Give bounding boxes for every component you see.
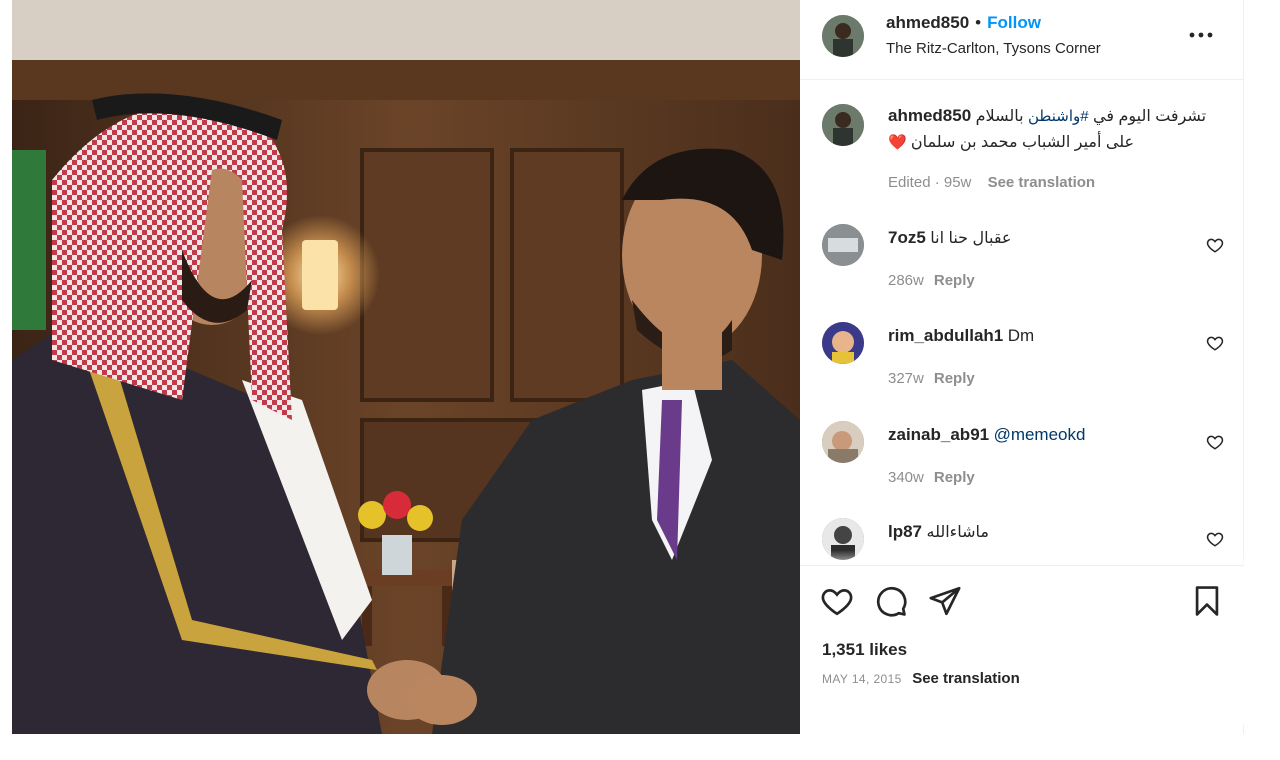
reply-button[interactable]: Reply <box>934 370 975 387</box>
comment-username[interactable]: 7oz5 <box>888 228 926 247</box>
comment-line: 7oz5 عقبال حنا انا <box>888 228 1011 248</box>
comment-time: 327w <box>888 370 924 387</box>
comment-username[interactable]: zainab_ab91 <box>888 425 989 444</box>
send-icon[interactable] <box>928 584 962 618</box>
heart-icon[interactable] <box>1206 433 1224 451</box>
see-translation-link[interactable]: See translation <box>912 670 1020 687</box>
comment-text: عقبال حنا انا <box>930 230 1012 247</box>
caption-avatar[interactable] <box>822 104 864 146</box>
header-line: ahmed850 • Follow <box>886 13 1041 33</box>
post-location[interactable]: The Ritz-Carlton, Tysons Corner <box>886 40 1101 57</box>
post-date: MAY 14, 2015 <box>822 672 902 686</box>
caption-meta: Edited · 95w See translation <box>888 174 1095 191</box>
caption-hashtag[interactable]: #واشنطن <box>1028 108 1089 125</box>
comment-meta: 340w Reply <box>888 469 975 486</box>
caption-line2: على أمير الشباب محمد بن سلمان <box>910 134 1135 151</box>
photo-illustration <box>12 0 800 734</box>
post-header: ahmed850 • Follow The Ritz-Carlton, Tysons… <box>800 0 1244 80</box>
likes-count[interactable]: 1,351 likes <box>822 640 907 660</box>
comment-username[interactable]: lp87 <box>888 522 922 541</box>
heart-icon[interactable] <box>820 584 854 618</box>
comment-meta: 286w Reply <box>888 272 975 289</box>
comment-icon[interactable] <box>874 584 908 618</box>
author-avatar[interactable] <box>822 15 864 57</box>
comment-mention[interactable]: @memeokd <box>994 425 1086 444</box>
caption-text-line2: ❤️ على أمير الشباب محمد بن سلمان <box>888 132 1134 152</box>
comment-meta: 327w Reply <box>888 370 975 387</box>
heart-icon[interactable] <box>1206 530 1224 548</box>
caption-edited: Edited · 95w <box>888 174 972 191</box>
commenter-avatar[interactable] <box>822 322 864 364</box>
author-username[interactable]: ahmed850 <box>886 13 969 32</box>
article-caption-strip <box>12 736 1272 760</box>
see-translation-link[interactable]: See translation <box>988 174 1096 191</box>
heart-icon[interactable] <box>1206 334 1224 352</box>
post-actions: 1,351 likes MAY 14, 2015 See translation <box>800 565 1244 725</box>
reply-button[interactable]: Reply <box>934 469 975 486</box>
caption-text-middle: بالسلام <box>975 108 1028 125</box>
comment-time: 340w <box>888 469 924 486</box>
commenter-avatar[interactable] <box>822 421 864 463</box>
caption-text-line1: ahmed850 تشرفت اليوم في #واشنطن بالسلام <box>888 106 1208 126</box>
bookmark-icon[interactable] <box>1190 584 1224 618</box>
comment-username[interactable]: rim_abdullah1 <box>888 326 1003 345</box>
comment-text: Dm <box>1007 326 1035 345</box>
comment-line: rim_abdullah1 Dm <box>888 326 1034 346</box>
reply-button[interactable]: Reply <box>934 272 975 289</box>
comment-line: lp87 ماشاءالله <box>888 522 989 542</box>
heart-icon[interactable] <box>1206 236 1224 254</box>
heart-emoji: ❤️ <box>888 134 907 151</box>
follow-button[interactable]: Follow <box>987 13 1041 32</box>
caption-text-prefix: تشرفت اليوم في <box>1088 108 1207 125</box>
commenter-avatar[interactable] <box>822 224 864 266</box>
separator-dot: • <box>975 13 982 32</box>
comment-time: 286w <box>888 272 924 289</box>
caption-username[interactable]: ahmed850 <box>888 106 971 125</box>
post-photo[interactable] <box>12 0 800 734</box>
comment-line: zainab_ab91 @memeokd <box>888 425 1085 445</box>
more-horizontal-icon[interactable] <box>1188 22 1214 48</box>
comment-text: ماشاءالله <box>926 524 989 541</box>
date-line: MAY 14, 2015 See translation <box>822 670 1020 688</box>
post-details-panel: ahmed850 • Follow The Ritz-Carlton, Tysons… <box>800 0 1244 734</box>
